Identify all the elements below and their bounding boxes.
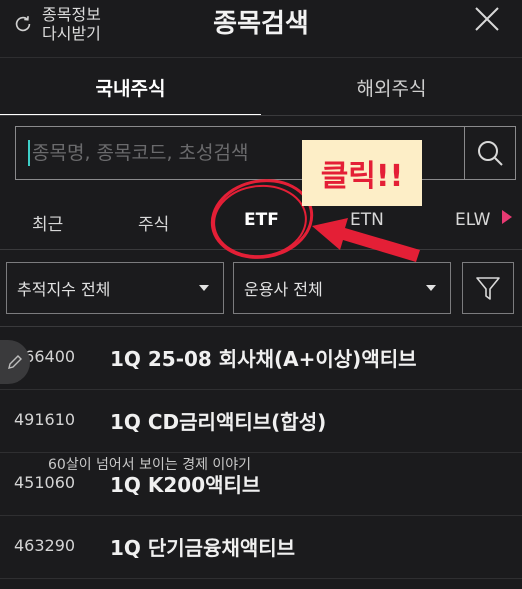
category-etf[interactable]: ETF xyxy=(244,210,279,230)
asset-manager-select[interactable]: 운용사 전체 xyxy=(233,262,451,314)
category-etn[interactable]: ETN xyxy=(350,210,384,230)
stock-name: 1Q 25-08 회사채(A+이상)액티브 xyxy=(110,347,417,371)
tab-domestic-stock[interactable]: 국내주식 xyxy=(0,58,261,116)
scroll-right-icon[interactable] xyxy=(502,210,512,224)
divider xyxy=(0,249,522,250)
chevron-down-icon xyxy=(426,285,436,291)
tab-overseas-stock[interactable]: 해외주식 xyxy=(261,58,522,116)
category-stock[interactable]: 주식 xyxy=(138,210,169,235)
stock-code: 491610 xyxy=(14,410,76,429)
list-item[interactable]: 491610 1Q CD금리액티브(합성) xyxy=(0,390,522,453)
stock-code: 451060 xyxy=(14,473,76,492)
divider xyxy=(0,115,522,116)
stock-code: 463290 xyxy=(14,536,76,555)
category-elw[interactable]: ELW xyxy=(455,210,490,230)
page-title: 종목검색 xyxy=(213,9,309,39)
list-item[interactable]: 466400 1Q 25-08 회사채(A+이상)액티브 xyxy=(0,327,522,390)
pencil-icon xyxy=(8,355,22,369)
search-button[interactable] xyxy=(464,126,516,180)
list-item[interactable]: 463290 1Q 단기금융채액티브 xyxy=(0,516,522,579)
text-caret xyxy=(28,140,30,166)
header: 종목정보 다시받기 종목검색 xyxy=(0,0,522,58)
close-icon[interactable] xyxy=(474,6,500,32)
chevron-down-icon xyxy=(199,285,209,291)
tracking-index-select[interactable]: 추적지수 전체 xyxy=(6,262,224,314)
watermark-text: 60살이 넘어서 보이는 경제 이야기 xyxy=(48,457,252,473)
category-recent[interactable]: 최근 xyxy=(32,210,63,235)
search-icon xyxy=(478,141,503,166)
funnel-icon xyxy=(476,277,500,300)
annotation-label: 클릭!! xyxy=(302,140,422,206)
market-tabs: 국내주식 해외주식 xyxy=(0,58,522,116)
tracking-index-value: 추적지수 전체 xyxy=(17,280,111,299)
asset-manager-value: 운용사 전체 xyxy=(244,280,323,299)
filter-button[interactable] xyxy=(462,262,514,314)
category-tabs: 최근 주식 ETF ETN ELW xyxy=(0,196,522,248)
stock-name: 1Q 단기금융채액티브 xyxy=(110,536,296,560)
stock-name: 1Q CD금리액티브(합성) xyxy=(110,410,327,434)
